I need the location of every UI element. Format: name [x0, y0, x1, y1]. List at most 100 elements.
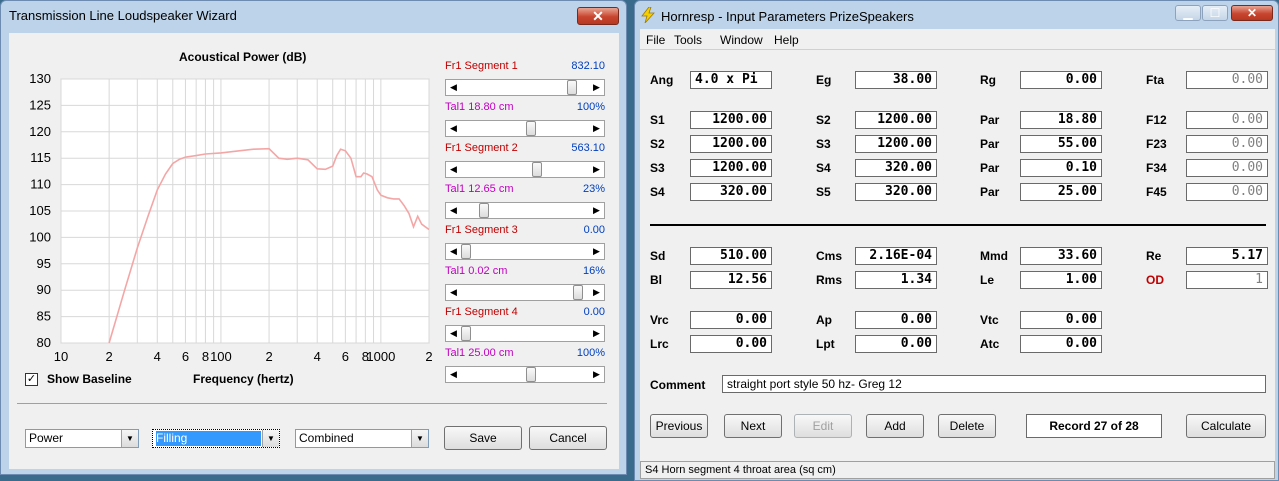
- param-field-atc[interactable]: 0.00: [1020, 335, 1102, 353]
- arrow-right-icon[interactable]: ▶: [589, 285, 604, 300]
- arrow-right-icon[interactable]: ▶: [589, 367, 604, 382]
- minimize-button[interactable]: ▁: [1175, 5, 1201, 21]
- arrow-left-icon[interactable]: ◀: [446, 326, 461, 341]
- param-field-f34[interactable]: 0.00: [1186, 159, 1268, 177]
- param-field-ang[interactable]: 4.0 x Pi: [690, 71, 772, 89]
- arrow-left-icon[interactable]: ◀: [446, 367, 461, 382]
- chevron-down-icon[interactable]: ▼: [121, 430, 138, 447]
- param-field-rg[interactable]: 0.00: [1020, 71, 1102, 89]
- param-field-fta[interactable]: 0.00: [1186, 71, 1268, 89]
- param-field-s3[interactable]: 1200.00: [690, 159, 772, 177]
- segment-slider[interactable]: ◀ ▶: [445, 243, 605, 260]
- param-field-cms[interactable]: 2.16E-04: [855, 247, 937, 265]
- param-field-par[interactable]: 25.00: [1020, 183, 1102, 201]
- slider-thumb[interactable]: [567, 80, 578, 95]
- param-field-s3[interactable]: 1200.00: [855, 135, 937, 153]
- param-field-par[interactable]: 18.80: [1020, 111, 1102, 129]
- param-field-lpt[interactable]: 0.00: [855, 335, 937, 353]
- segment-slider[interactable]: ◀ ▶: [445, 202, 605, 219]
- slider-thumb[interactable]: [573, 285, 584, 300]
- chart-title: Acoustical Power (dB): [179, 50, 307, 64]
- calculate-button[interactable]: Calculate: [1186, 414, 1266, 438]
- menu-window[interactable]: Window: [720, 33, 763, 47]
- param-field-sd[interactable]: 510.00: [690, 247, 772, 265]
- arrow-left-icon[interactable]: ◀: [446, 285, 461, 300]
- wizard-close-button[interactable]: ✕: [577, 7, 619, 25]
- hornresp-client: File Tools Window Help Ang 4.0 x Pi Eg 38.00 Rg…: [640, 29, 1275, 479]
- param-field-s2[interactable]: 1200.00: [855, 111, 937, 129]
- next-button[interactable]: Next: [724, 414, 782, 438]
- arrow-left-icon[interactable]: ◀: [446, 203, 461, 218]
- segment-slider[interactable]: ◀ ▶: [445, 120, 605, 137]
- menu-tools[interactable]: Tools: [674, 33, 702, 47]
- arrow-right-icon[interactable]: ▶: [589, 203, 604, 218]
- param-field-s4[interactable]: 320.00: [855, 159, 937, 177]
- comment-input[interactable]: straight port style 50 hz- Greg 12: [722, 375, 1266, 393]
- segment-slider[interactable]: ◀ ▶: [445, 161, 605, 178]
- save-button[interactable]: Save: [444, 426, 522, 450]
- chevron-down-icon[interactable]: ▼: [411, 430, 428, 447]
- view-combo[interactable]: Combined ▼: [295, 429, 429, 448]
- menu-file[interactable]: File: [646, 33, 665, 47]
- show-baseline-checkbox[interactable]: ✓: [25, 373, 38, 386]
- mode-combo[interactable]: Power ▼: [25, 429, 139, 448]
- param-field-s1[interactable]: 1200.00: [690, 111, 772, 129]
- edit-button[interactable]: Edit: [794, 414, 852, 438]
- segment-slider[interactable]: ◀ ▶: [445, 366, 605, 383]
- arrow-left-icon[interactable]: ◀: [446, 80, 461, 95]
- hornresp-titlebar[interactable]: Hornresp - Input Parameters PrizeSpeaker…: [635, 1, 1278, 31]
- param-field-s4[interactable]: 320.00: [690, 183, 772, 201]
- param-field-f45[interactable]: 0.00: [1186, 183, 1268, 201]
- maximize-button[interactable]: ☐: [1202, 5, 1228, 21]
- slider-thumb[interactable]: [531, 162, 542, 177]
- param-field-ap[interactable]: 0.00: [855, 311, 937, 329]
- segment-slider[interactable]: ◀ ▶: [445, 79, 605, 96]
- param-field-bl[interactable]: 12.56: [690, 271, 772, 289]
- chevron-down-icon[interactable]: ▼: [262, 430, 279, 447]
- arrow-left-icon[interactable]: ◀: [446, 244, 461, 259]
- x-tick-label: 4: [314, 349, 321, 364]
- cancel-button[interactable]: Cancel: [529, 426, 607, 450]
- param-field-f12[interactable]: 0.00: [1186, 111, 1268, 129]
- param-field-rms[interactable]: 1.34: [855, 271, 937, 289]
- param-field-re[interactable]: 5.17: [1186, 247, 1268, 265]
- add-button[interactable]: Add: [866, 414, 924, 438]
- segment-slider[interactable]: ◀ ▶: [445, 325, 605, 342]
- hornresp-close-button[interactable]: ✕: [1231, 5, 1273, 21]
- hornresp-window: Hornresp - Input Parameters PrizeSpeaker…: [634, 0, 1279, 481]
- slider-thumb[interactable]: [478, 203, 489, 218]
- arrow-right-icon[interactable]: ▶: [589, 80, 604, 95]
- param-field-f23[interactable]: 0.00: [1186, 135, 1268, 153]
- param-field-par[interactable]: 0.10: [1020, 159, 1102, 177]
- param-field-s5[interactable]: 320.00: [855, 183, 937, 201]
- arrow-right-icon[interactable]: ▶: [589, 162, 604, 177]
- param-field-s2[interactable]: 1200.00: [690, 135, 772, 153]
- param-field-mmd[interactable]: 33.60: [1020, 247, 1102, 265]
- menu-help[interactable]: Help: [774, 33, 799, 47]
- slider-thumb[interactable]: [461, 326, 471, 341]
- filling-combo[interactable]: Filling ▼: [152, 429, 280, 448]
- param-field-lrc[interactable]: 0.00: [690, 335, 772, 353]
- slider-thumb[interactable]: [525, 121, 536, 136]
- arrow-right-icon[interactable]: ▶: [589, 121, 604, 136]
- segment-slider[interactable]: ◀ ▶: [445, 284, 605, 301]
- previous-button[interactable]: Previous: [650, 414, 708, 438]
- close-icon: ✕: [1246, 6, 1258, 20]
- show-baseline-label: Show Baseline: [47, 372, 132, 386]
- delete-button[interactable]: Delete: [938, 414, 996, 438]
- param-field-vrc[interactable]: 0.00: [690, 311, 772, 329]
- arrow-left-icon[interactable]: ◀: [446, 121, 461, 136]
- param-field-od[interactable]: 1: [1186, 271, 1268, 289]
- param-field-le[interactable]: 1.00: [1020, 271, 1102, 289]
- arrow-left-icon[interactable]: ◀: [446, 162, 461, 177]
- segment-label: Tal1 25.00 cm: [445, 347, 514, 359]
- arrow-right-icon[interactable]: ▶: [589, 244, 604, 259]
- wizard-titlebar[interactable]: Transmission Line Loudspeaker Wizard ✕: [1, 1, 626, 31]
- arrow-right-icon[interactable]: ▶: [589, 326, 604, 341]
- y-tick-label: 105: [29, 203, 51, 218]
- slider-thumb[interactable]: [525, 367, 536, 382]
- param-field-vtc[interactable]: 0.00: [1020, 311, 1102, 329]
- param-field-eg[interactable]: 38.00: [855, 71, 937, 89]
- param-field-par[interactable]: 55.00: [1020, 135, 1102, 153]
- slider-thumb[interactable]: [461, 244, 471, 259]
